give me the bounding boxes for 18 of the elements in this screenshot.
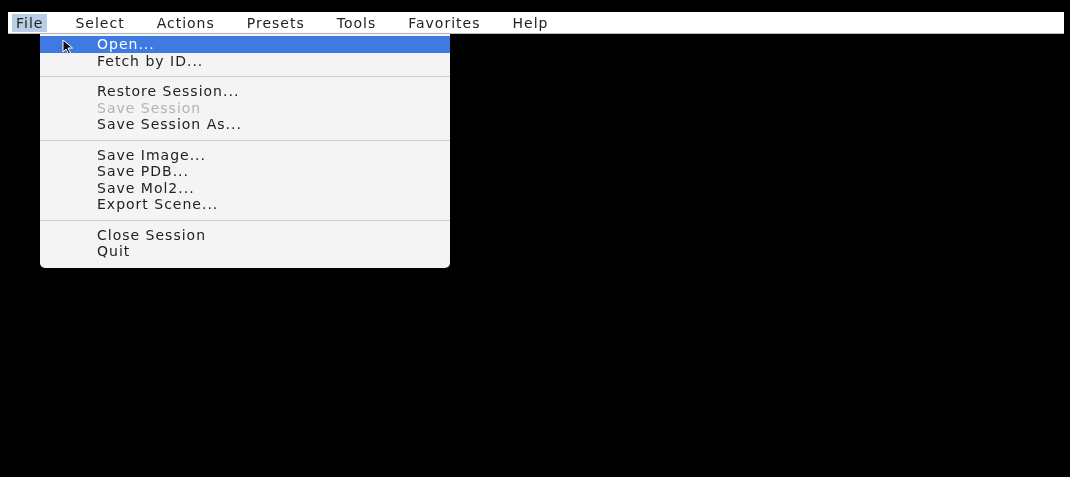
menu-title[interactable]: File <box>12 13 48 32</box>
menu-item[interactable]: Save Mol2... <box>40 179 450 196</box>
menu-item[interactable]: Quit <box>40 243 450 260</box>
menu-item[interactable]: Save Session As... <box>40 116 450 133</box>
cursor-arrow-icon <box>62 39 74 55</box>
menu-title[interactable]: Tools <box>332 13 381 32</box>
menu-title[interactable]: Help <box>508 13 553 32</box>
menu-title[interactable]: Presets <box>242 13 309 32</box>
menu-item[interactable]: Export Scene... <box>40 196 450 213</box>
menu-title[interactable]: Actions <box>152 13 219 32</box>
menu-item[interactable]: Fetch by ID... <box>40 52 450 69</box>
menu-item[interactable]: Restore Session... <box>40 83 450 100</box>
menu-item[interactable]: Close Session <box>40 226 450 243</box>
menu-item[interactable]: Open... <box>40 36 450 53</box>
menu-title[interactable]: Select <box>71 13 129 32</box>
menu-item[interactable]: Save Image... <box>40 146 450 163</box>
menu-title[interactable]: Favorites <box>404 13 485 32</box>
menu-item[interactable]: Save PDB... <box>40 163 450 180</box>
